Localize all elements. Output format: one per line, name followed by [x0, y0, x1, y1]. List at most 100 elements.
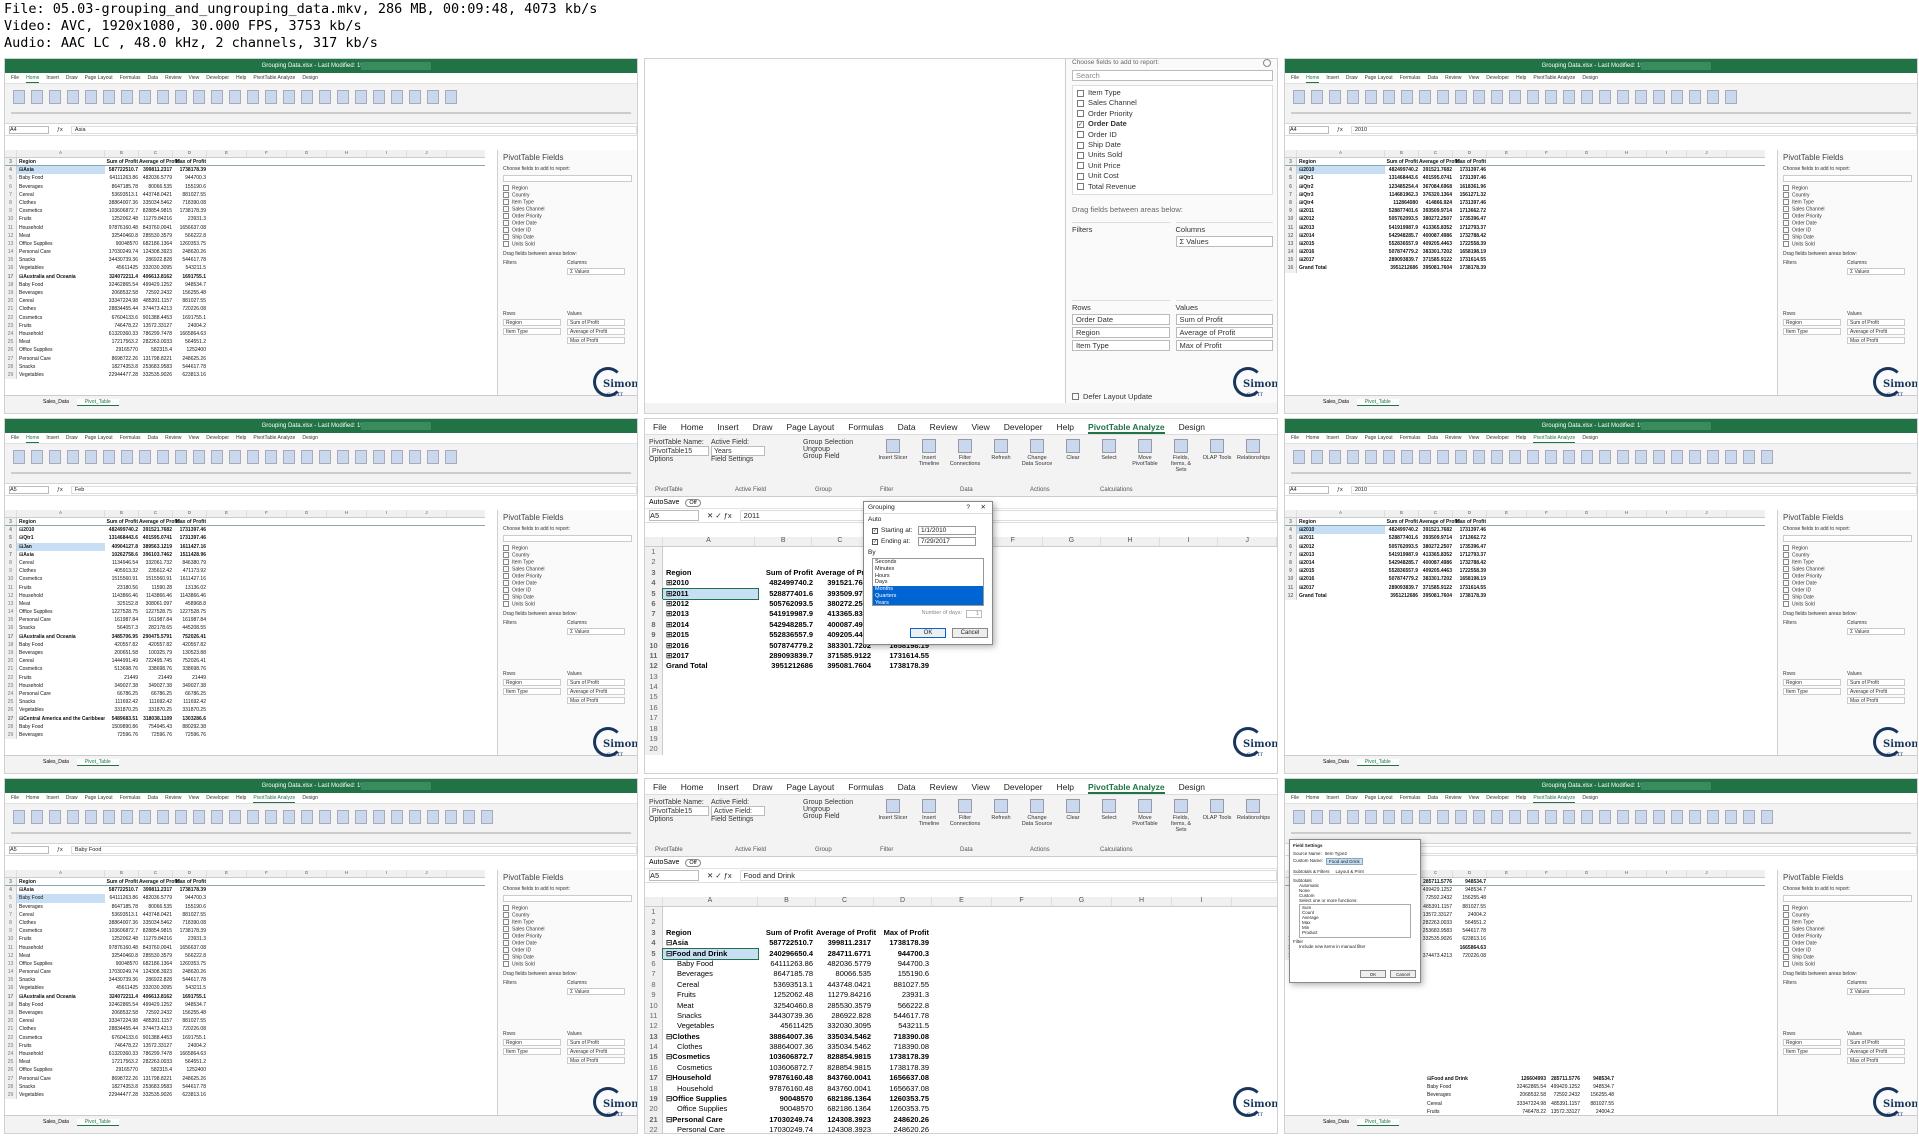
ribbon-button-icon[interactable]: [445, 450, 457, 464]
table-row[interactable]: 22 Fruits 21449 21449 21449: [5, 673, 485, 682]
menu-tab-11[interactable]: PivotTable Analyze: [1533, 793, 1576, 803]
ribbon-button-icon[interactable]: [193, 810, 205, 824]
field-checkbox[interactable]: Sales Channel: [503, 926, 632, 933]
search-box[interactable]: [1641, 422, 1711, 430]
column-header[interactable]: B: [105, 150, 139, 157]
values-zone-item[interactable]: Max of Profit: [1175, 340, 1273, 351]
menu-tab-12[interactable]: Design: [302, 73, 318, 83]
menu-tab-0[interactable]: File: [1291, 793, 1299, 803]
ribbon-button[interactable]: Insert Timeline: [913, 439, 945, 467]
ribbon-button-icon[interactable]: [85, 810, 97, 824]
table-row[interactable]: 20 Office Supplies 90048570 682186.1364 1260…: [645, 1104, 1277, 1115]
table-row[interactable]: 26 Vegetables 331870.25 331870.25 331870.25: [5, 706, 485, 715]
ribbon-button-icon[interactable]: [1635, 90, 1647, 104]
table-row[interactable]: 20 Cereal 33347224.98 485391.1157 881027.55: [5, 297, 485, 306]
ribbon-button-icon[interactable]: [1653, 450, 1665, 464]
table-row[interactable]: 13 ⊟Clothes 38864007.36 335034.5462 718390.0…: [645, 1031, 1277, 1043]
column-header[interactable]: G: [1567, 150, 1607, 157]
formula-input[interactable]: 2010: [1350, 485, 1917, 494]
ribbon-button-icon[interactable]: [1743, 450, 1755, 464]
menu-tab-3[interactable]: Draw: [753, 779, 773, 794]
column-header[interactable]: B: [755, 537, 813, 546]
ribbon-button[interactable]: Filter Connections: [949, 439, 981, 467]
ribbon-button-icon[interactable]: [1581, 450, 1593, 464]
ribbon-button-icon[interactable]: [121, 90, 133, 104]
ribbon-button[interactable]: OLAP Tools: [1201, 439, 1233, 461]
name-box[interactable]: A5: [9, 485, 49, 494]
column-header[interactable]: A: [17, 510, 105, 517]
field-checkbox[interactable]: Order ID: [1783, 587, 1912, 594]
table-row[interactable]: 8⊞2014542948285.7400087.49861732788.42: [1285, 558, 1765, 568]
table-row[interactable]: 7⊞2013541919987.9413365.83521712793.37: [1285, 550, 1765, 559]
worksheet[interactable]: A B C D E F G H I J 3 Region Sum of Profit Average of…: [1285, 150, 1765, 395]
menu-tab-4[interactable]: Page Layout: [787, 419, 835, 434]
menu-tab-11[interactable]: PivotTable Analyze: [253, 73, 295, 83]
table-row[interactable]: 16 Cosmetics 103606872.7 828854.9815 1738178…: [645, 1062, 1277, 1074]
menu-tab-11[interactable]: PivotTable Analyze: [1533, 433, 1576, 443]
ribbon-button-icon[interactable]: [193, 450, 205, 464]
table-row[interactable]: 17: [645, 713, 1277, 724]
menu-tab-2[interactable]: Insert: [717, 779, 738, 794]
values-item[interactable]: Max of Profit: [1847, 337, 1905, 344]
table-row[interactable]: 15 ⊟Cosmetics 103606872.7 828854.9815 173817…: [645, 1052, 1277, 1063]
table-row[interactable]: 3RegionSum of ProfitAverage of ProfitMax…: [5, 158, 485, 167]
table-row[interactable]: 14 Clothes 38864007.36 335034.5462 718390.08: [645, 1042, 1277, 1053]
table-row[interactable]: 28 Snacks 18274353.8 253683.9583 544617.78: [5, 1082, 485, 1091]
ribbon-button-icon[interactable]: [1671, 450, 1683, 464]
dialog-tab[interactable]: Layout & Print: [1336, 869, 1364, 874]
columns-item[interactable]: Σ Values: [1847, 988, 1905, 995]
field-checkbox[interactable]: Ship Date: [1783, 594, 1912, 601]
ribbon-button-icon[interactable]: [1365, 450, 1377, 464]
menu-tab-2[interactable]: Insert: [46, 73, 59, 83]
ribbon-button-icon[interactable]: [67, 450, 79, 464]
table-row[interactable]: 7 ⊞Qtr3 114681962.3 376320.1364 1561271.32: [1285, 190, 1765, 199]
ribbon-button-icon[interactable]: [1743, 810, 1755, 824]
field-checkbox[interactable]: Ship Date: [1783, 234, 1912, 241]
ribbon-button-icon[interactable]: [229, 450, 241, 464]
table-row[interactable]: 9 ⊞2011 528877401.6 393509.9714 1713662.72: [1285, 207, 1765, 216]
columns-item[interactable]: Σ Values: [567, 628, 625, 635]
field-checkbox[interactable]: Unit Cost: [1077, 171, 1268, 181]
table-row[interactable]: 2: [645, 917, 1277, 928]
field-checkbox[interactable]: Country: [503, 192, 632, 199]
ribbon-button-icon[interactable]: [337, 810, 349, 824]
menu-tab-10[interactable]: Help: [236, 73, 246, 83]
checkbox-icon[interactable]: [1077, 110, 1084, 118]
table-row[interactable]: 20: [645, 744, 1277, 755]
ribbon-button-icon[interactable]: [319, 450, 331, 464]
ribbon-button[interactable]: Filter Connections: [949, 799, 981, 827]
table-row[interactable]: 12 Household 1143866.46 1143866.46 1143866.4…: [5, 591, 485, 600]
table-row[interactable]: 27 Personal Care 8698722.26 131798.8221 2486…: [5, 354, 485, 363]
table-row[interactable]: 11 Snacks 34430739.36 286922.828 544617.78: [645, 1010, 1277, 1022]
column-header[interactable]: D: [1453, 150, 1487, 157]
columns-zone-item[interactable]: Σ Values: [1175, 236, 1273, 247]
columns-zone[interactable]: Columns Σ Values: [567, 260, 625, 308]
menu-tab-9[interactable]: Developer: [1486, 73, 1509, 83]
field-checkbox[interactable]: Sales Channel: [1783, 566, 1912, 573]
options-button[interactable]: Options: [649, 816, 709, 823]
ribbon-button-icon[interactable]: [1707, 810, 1719, 824]
ribbon-button-icon[interactable]: [1599, 450, 1611, 464]
ribbon-button[interactable]: Insert Slicer: [877, 799, 909, 821]
ribbon-button-icon[interactable]: [1437, 450, 1449, 464]
menu-tab-6[interactable]: Data: [898, 779, 916, 794]
rows-item[interactable]: Region: [503, 319, 561, 326]
column-header[interactable]: I: [1647, 150, 1687, 157]
menu-tab-1[interactable]: Home: [26, 793, 39, 803]
ribbon-button-icon[interactable]: [1401, 90, 1413, 104]
ribbon-button-icon[interactable]: [1707, 450, 1719, 464]
menu-tab-8[interactable]: View: [1469, 73, 1480, 83]
column-header[interactable]: B: [1385, 510, 1419, 517]
ribbon-button-icon[interactable]: [355, 450, 367, 464]
menu-tab-10[interactable]: Help: [1057, 779, 1074, 794]
ribbon-button-icon[interactable]: [67, 90, 79, 104]
menu-tab-1[interactable]: Home: [1306, 73, 1320, 83]
by-list-item[interactable]: Quarters: [873, 592, 983, 600]
table-row[interactable]: 25 Meat 17217563.2 282263.0033 564551.2: [5, 338, 485, 347]
menu-tab-12[interactable]: Design: [302, 433, 318, 443]
table-row[interactable]: 17 ⊟Australia and Oceania 324072211.4 40661…: [5, 992, 485, 1001]
ribbon-button[interactable]: Change Data Source: [1021, 799, 1053, 827]
starting-checkbox-icon[interactable]: ✓: [872, 527, 878, 534]
columns-zone[interactable]: Columns Σ Values: [567, 620, 625, 668]
field-checkbox[interactable]: Unit Price: [1077, 161, 1268, 171]
